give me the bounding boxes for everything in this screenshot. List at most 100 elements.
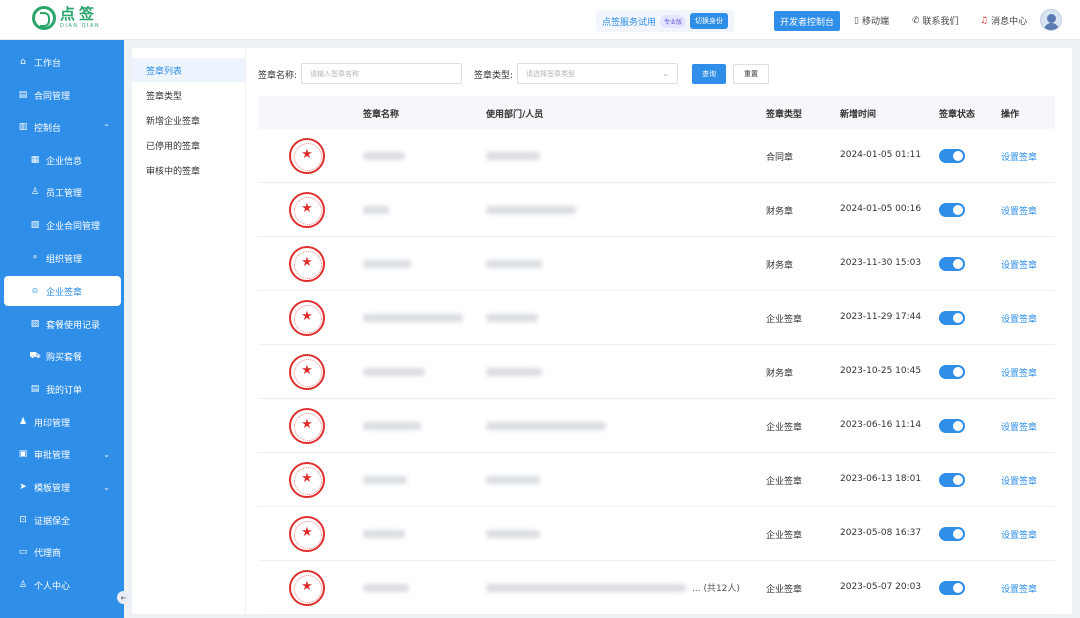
col-seal-type: 签章类型 xyxy=(766,110,803,120)
seal-type-cell: 企业签章 xyxy=(766,531,803,541)
submenu-item[interactable]: 新增企业签章 xyxy=(132,108,245,132)
created-time-cell: 2023-06-16 11:14 xyxy=(840,420,922,430)
submenu-item[interactable]: 签章列表 xyxy=(132,58,245,82)
sidebar-item-label: 企业信息 xyxy=(46,156,83,167)
sidebar-item[interactable]: ⍝ 企业签章 xyxy=(4,276,121,306)
sidebar-item[interactable]: ➤ 模板管理 ⌄ xyxy=(0,472,124,502)
logo[interactable]: 点签 DIAN QIAN xyxy=(32,6,100,30)
sidebar-item-label: 员工管理 xyxy=(46,188,83,199)
table-row: ★ ... (共12人) 企业签章 2023-05-07 20:03 设置签章 xyxy=(258,561,1055,615)
department-redacted xyxy=(486,152,540,160)
mobile-link[interactable]: ▯ 移动端 xyxy=(854,14,889,28)
table-row: ★ 企业签章 2023-11-29 17:44 设置签章 xyxy=(258,291,1055,345)
submenu-item[interactable]: 已停用的签章 xyxy=(132,133,245,157)
avatar[interactable] xyxy=(1040,9,1062,31)
org-icon: ⚬ xyxy=(31,253,39,263)
configure-seal-link[interactable]: 设置签章 xyxy=(1001,528,1037,541)
seal-image: ★ xyxy=(289,462,325,498)
stamp-icon: ♟ xyxy=(18,417,28,427)
sidebar-item-label: 企业签章 xyxy=(46,287,83,298)
trial-text[interactable]: 点签服务试用 xyxy=(602,15,656,28)
seal-image: ★ xyxy=(289,570,325,606)
configure-seal-link[interactable]: 设置签章 xyxy=(1001,150,1037,163)
status-toggle[interactable] xyxy=(939,203,965,217)
status-toggle[interactable] xyxy=(939,473,965,487)
sidebar-item[interactable]: ▭ 代理商 xyxy=(0,537,124,567)
configure-seal-link[interactable]: 设置签章 xyxy=(1001,312,1037,325)
sidebar-item[interactable]: ▤ 合同管理 xyxy=(0,80,124,110)
bell-icon: ♫ xyxy=(980,15,989,26)
sidebar-item-label: 购买套餐 xyxy=(46,352,83,363)
logo-name: 点签 xyxy=(60,5,99,23)
table-header: 签章名称 使用部门/人员 签章类型 新增时间 签章状态 操作 xyxy=(258,96,1055,129)
order-icon: ▤ xyxy=(30,384,40,394)
trial-banner: 点签服务试用 专业版 切换身份 xyxy=(596,10,735,32)
message-center-link[interactable]: ♫ 消息中心 xyxy=(980,14,1027,28)
developer-console-button[interactable]: 开发者控制台 xyxy=(774,11,841,31)
configure-seal-link[interactable]: 设置签章 xyxy=(1001,258,1037,271)
submenu-item[interactable]: 签章类型 xyxy=(132,83,245,107)
sidebar-item[interactable]: ▥ 控制台 ⌃ xyxy=(0,112,124,142)
sidebar-item[interactable]: ▦ 企业信息 xyxy=(0,145,124,175)
status-toggle[interactable] xyxy=(939,257,965,271)
sidebar-item[interactable]: ⊡ 证据保全 xyxy=(0,505,124,535)
configure-seal-link[interactable]: 设置签章 xyxy=(1001,582,1037,595)
phone-icon: ▯ xyxy=(854,15,859,26)
seal-image: ★ xyxy=(289,300,325,336)
configure-seal-link[interactable]: 设置签章 xyxy=(1001,474,1037,487)
sidebar-item-label: 个人中心 xyxy=(34,581,71,592)
sidebar-item[interactable]: ⚬ 组织管理 xyxy=(0,243,124,273)
search-button[interactable]: 查询 xyxy=(692,64,726,84)
sidebar-item-label: 用印管理 xyxy=(34,418,71,429)
sidebar-item[interactable]: ▨ 套餐使用记录 xyxy=(0,309,124,339)
user-icon: ♙ xyxy=(30,187,40,197)
sidebar-item[interactable]: ♙ 员工管理 xyxy=(0,177,124,207)
status-toggle[interactable] xyxy=(939,581,965,595)
seal-type-cell: 企业签章 xyxy=(766,477,803,487)
table-row: ★ 企业签章 2023-06-16 11:14 设置签章 xyxy=(258,399,1055,453)
department-redacted xyxy=(486,260,542,268)
department-redacted xyxy=(486,476,540,484)
status-toggle[interactable] xyxy=(939,527,965,541)
sidebar-item[interactable]: ▧ 企业合同管理 xyxy=(0,210,124,240)
configure-seal-link[interactable]: 设置签章 xyxy=(1001,420,1037,433)
col-seal-name: 签章名称 xyxy=(363,110,400,120)
star-icon: ★ xyxy=(301,363,313,378)
seal-name-input[interactable]: 请输入签章名称 xyxy=(301,63,462,84)
star-icon: ★ xyxy=(301,201,313,216)
sidebar-item[interactable]: ▤ 我的订单 xyxy=(0,374,124,404)
contact-link[interactable]: ✆ 联系我们 xyxy=(912,14,959,28)
created-time-cell: 2023-06-13 18:01 xyxy=(840,474,922,484)
collapse-sidebar-icon[interactable]: ⇤ xyxy=(117,591,130,604)
sidebar-item[interactable]: ▣ 审批管理 ⌄ xyxy=(0,439,124,469)
department-redacted xyxy=(486,314,538,322)
sidebar-item[interactable]: ♟ 用印管理 xyxy=(0,407,124,437)
col-actions: 操作 xyxy=(1001,110,1020,120)
seal-type-select[interactable]: 请选择签章类型 ⌄ xyxy=(517,63,678,84)
sidebar-item-label: 组织管理 xyxy=(46,254,83,265)
status-toggle[interactable] xyxy=(939,311,965,325)
star-icon: ★ xyxy=(301,525,313,540)
seal-name-redacted xyxy=(363,314,463,322)
seal-submenu: 签章列表 签章类型 新增企业签章 已停用的签章 审核中的签章 xyxy=(132,48,245,614)
seal-type-cell: 财务章 xyxy=(766,369,794,379)
sidebar-item[interactable]: ♙ 个人中心 xyxy=(0,570,124,600)
table-row: ★ 财务章 2023-11-30 15:03 设置签章 xyxy=(258,237,1055,291)
reset-button[interactable]: 重置 xyxy=(733,64,769,84)
seal-type-label: 签章类型: xyxy=(474,71,514,81)
status-toggle[interactable] xyxy=(939,419,965,433)
created-time-cell: 2023-05-08 16:37 xyxy=(840,528,922,538)
logo-subname: DIAN QIAN xyxy=(60,23,101,29)
sidebar-item-label: 企业合同管理 xyxy=(46,221,101,232)
status-toggle[interactable] xyxy=(939,365,965,379)
sidebar-item[interactable]: ⌂ 工作台 xyxy=(0,47,124,77)
configure-seal-link[interactable]: 设置签章 xyxy=(1001,366,1037,379)
submenu-item[interactable]: 审核中的签章 xyxy=(132,158,245,182)
configure-seal-link[interactable]: 设置签章 xyxy=(1001,204,1037,217)
sidebar-item[interactable]: ⛟ 购买套餐 xyxy=(0,341,124,371)
seal-type-cell: 企业签章 xyxy=(766,315,803,325)
switch-identity-button[interactable]: 切换身份 xyxy=(690,13,729,29)
seal-image: ★ xyxy=(289,354,325,390)
status-toggle[interactable] xyxy=(939,149,965,163)
star-icon: ★ xyxy=(301,471,313,486)
